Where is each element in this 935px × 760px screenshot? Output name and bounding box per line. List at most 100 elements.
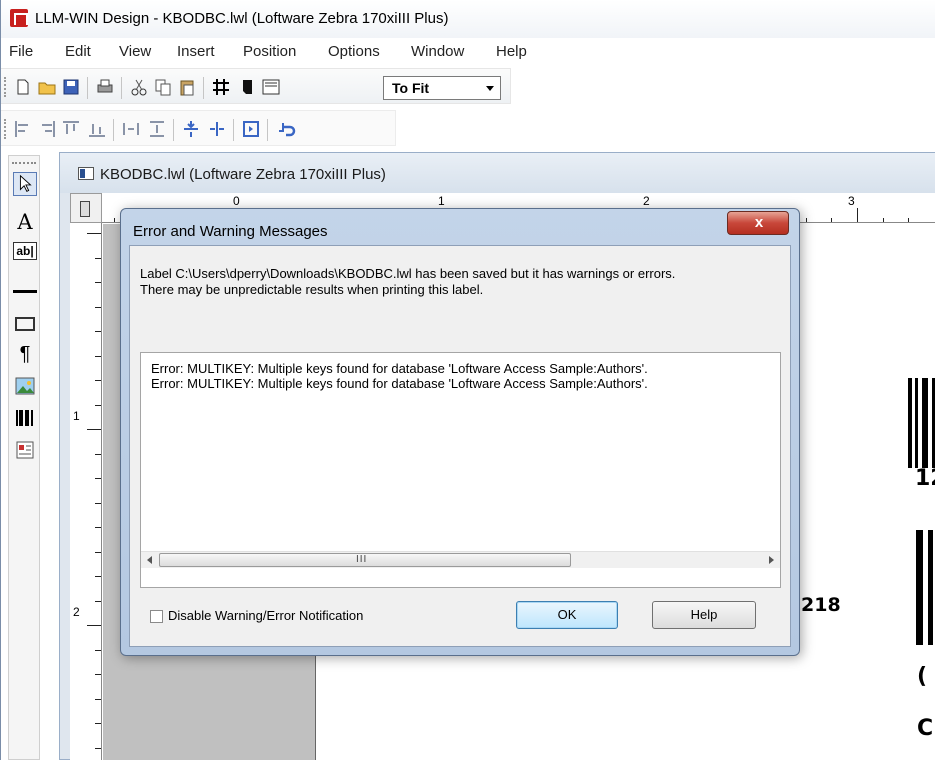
- ruler-tick: [95, 355, 101, 357]
- label-field-c[interactable]: C: [917, 716, 933, 741]
- window-title: LLM-WIN Design - KBODBC.lwl (Loftware Ze…: [35, 10, 449, 27]
- save-icon[interactable]: [61, 77, 81, 97]
- close-button[interactable]: x: [727, 211, 789, 235]
- ruler-tick: [87, 233, 101, 234]
- grid-icon[interactable]: [211, 77, 231, 97]
- barcode-2[interactable]: [906, 530, 935, 645]
- palette-grip[interactable]: [12, 162, 36, 164]
- document-icon[interactable]: [78, 167, 94, 180]
- copy-icon[interactable]: [153, 77, 173, 97]
- text-field-tool-icon[interactable]: ab|: [13, 242, 37, 260]
- menu-file[interactable]: File: [9, 43, 33, 60]
- ruler-tick: [908, 218, 910, 222]
- center-vertical-icon[interactable]: [181, 119, 201, 139]
- ruler-label: 0: [233, 194, 240, 208]
- ruler-tick: [95, 527, 101, 528]
- help-button[interactable]: Help: [652, 601, 756, 629]
- alignment-toolbar: [1, 110, 396, 146]
- ruler-label: 3: [848, 194, 855, 208]
- app-logo-icon[interactable]: [10, 9, 28, 27]
- zoom-dropdown[interactable]: To Fit: [383, 76, 501, 100]
- menu-insert[interactable]: Insert: [177, 43, 215, 60]
- scroll-grip: III: [356, 554, 368, 565]
- barcode-1[interactable]: [906, 378, 935, 468]
- toolbar-grip[interactable]: [4, 119, 7, 139]
- horizontal-scrollbar[interactable]: III: [141, 551, 780, 568]
- align-left-icon[interactable]: [13, 119, 33, 139]
- scroll-thumb[interactable]: III: [159, 553, 571, 567]
- space-vertical-icon[interactable]: [147, 119, 167, 139]
- ruler-tick: [95, 282, 101, 283]
- align-bottom-icon[interactable]: [87, 119, 107, 139]
- box-tool-icon[interactable]: [13, 312, 37, 336]
- cut-icon[interactable]: [129, 77, 149, 97]
- scroll-left-icon[interactable]: [147, 556, 152, 564]
- rfid-tool-icon[interactable]: [13, 438, 37, 462]
- menu-edit[interactable]: Edit: [65, 43, 91, 60]
- tool-palette: A ab| ¶: [8, 155, 40, 760]
- ruler-tick: [87, 429, 101, 430]
- ruler-tick: [95, 257, 101, 259]
- ruler-tick: [857, 208, 858, 222]
- ruler-tick: [95, 478, 101, 479]
- new-file-icon[interactable]: [13, 77, 33, 97]
- space-horizontal-icon[interactable]: [121, 119, 141, 139]
- odbc-icon[interactable]: [261, 77, 281, 97]
- ruler-tick: [95, 674, 101, 675]
- text-tool-icon[interactable]: A: [13, 210, 37, 234]
- line-tool-icon[interactable]: [13, 280, 37, 304]
- ruler-tick: [113, 218, 115, 222]
- ruler-tick: [95, 453, 101, 455]
- ruler-tick: [95, 698, 101, 700]
- label-field-218[interactable]: 218: [801, 594, 841, 616]
- title-bar: LLM-WIN Design - KBODBC.lwl (Loftware Ze…: [1, 0, 935, 38]
- menu-position[interactable]: Position: [243, 43, 296, 60]
- align-top-icon[interactable]: [61, 119, 81, 139]
- list-item[interactable]: Error: MULTIKEY: Multiple keys found for…: [151, 361, 648, 376]
- dialog-title: Error and Warning Messages: [133, 223, 328, 240]
- disable-notification-label[interactable]: Disable Warning/Error Notification: [168, 608, 363, 623]
- ruler-label: 2: [643, 194, 650, 208]
- scroll-right-icon[interactable]: [769, 556, 774, 564]
- chevron-down-icon: [486, 86, 494, 91]
- undo-icon[interactable]: [277, 119, 297, 139]
- menu-window[interactable]: Window: [411, 43, 464, 60]
- ok-button[interactable]: OK: [516, 601, 618, 629]
- menu-options[interactable]: Options: [328, 43, 380, 60]
- label-field-paren[interactable]: (: [917, 664, 927, 689]
- error-list[interactable]: Error: MULTIKEY: Multiple keys found for…: [140, 352, 781, 588]
- pointer-tool-icon[interactable]: [13, 172, 37, 196]
- print-icon[interactable]: [95, 77, 115, 97]
- ruler-tick: [87, 625, 101, 626]
- menu-view[interactable]: View: [119, 43, 151, 60]
- ruler-tick: [95, 649, 101, 651]
- label-field-12[interactable]: 12: [915, 466, 935, 491]
- snap-to-grid-icon[interactable]: [241, 119, 261, 139]
- disable-notification-checkbox[interactable]: [150, 610, 163, 623]
- barcode-tool-icon[interactable]: [13, 406, 37, 430]
- image-tool-icon[interactable]: [13, 374, 37, 398]
- document-title-bar: KBODBC.lwl (Loftware Zebra 170xiIII Plus…: [60, 153, 935, 193]
- vertical-ruler: 12: [70, 223, 102, 760]
- ruler-tick: [882, 218, 884, 222]
- menu-bar: File Edit View Insert Position Options W…: [1, 38, 935, 66]
- app-window: LLM-WIN Design - KBODBC.lwl (Loftware Ze…: [0, 0, 935, 760]
- list-item[interactable]: Error: MULTIKEY: Multiple keys found for…: [151, 376, 648, 391]
- align-right-icon[interactable]: [37, 119, 57, 139]
- close-icon: x: [754, 214, 764, 231]
- ruler-corner[interactable]: [70, 193, 102, 223]
- open-folder-icon[interactable]: [37, 77, 57, 97]
- ruler-label: 2: [73, 605, 80, 619]
- ruler-tick: [95, 331, 101, 332]
- ruler-tick: [95, 551, 101, 553]
- menu-help[interactable]: Help: [496, 43, 527, 60]
- paste-icon[interactable]: [177, 77, 197, 97]
- ruler-label: 1: [438, 194, 445, 208]
- message-text-line1: Label C:\Users\dperry\Downloads\KBODBC.l…: [140, 266, 676, 281]
- print-label-icon[interactable]: [237, 77, 257, 97]
- ruler-tick: [95, 306, 101, 308]
- paragraph-tool-icon[interactable]: ¶: [13, 342, 37, 366]
- toolbar-grip[interactable]: [4, 77, 7, 97]
- ruler-tick: [95, 600, 101, 602]
- center-horizontal-icon[interactable]: [207, 119, 227, 139]
